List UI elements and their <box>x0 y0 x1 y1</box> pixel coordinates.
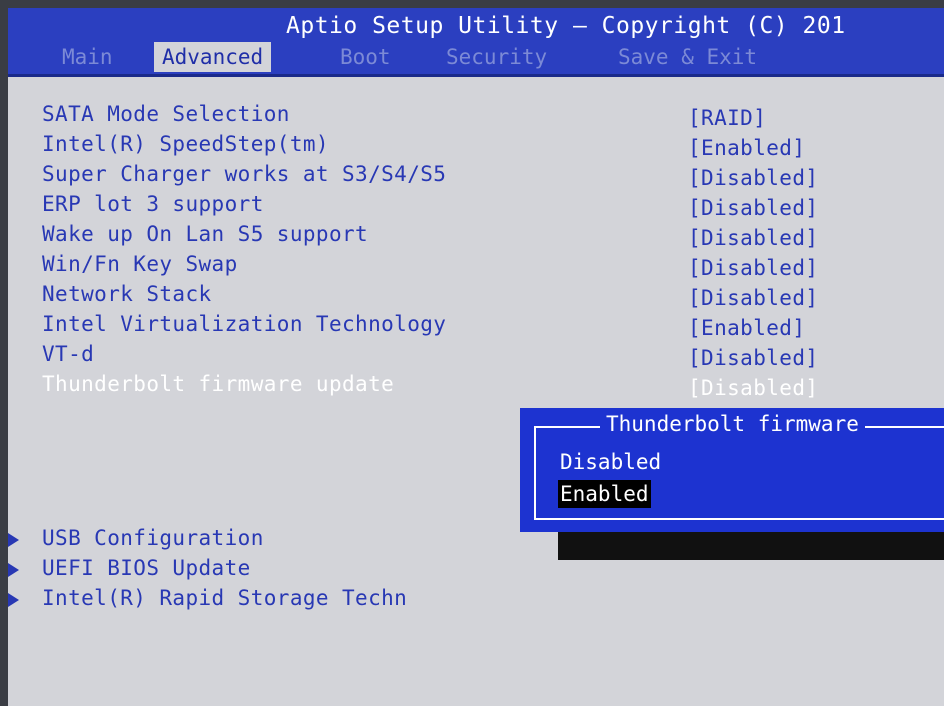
setting-value: [Enabled] <box>688 136 806 160</box>
triangle-right-icon <box>8 533 19 547</box>
app-title: Aptio Setup Utility – Copyright (C) 201 <box>286 13 846 39</box>
tab-advanced[interactable]: Advanced <box>154 42 272 72</box>
tab-security[interactable]: Security <box>438 42 555 72</box>
setting-value: [Disabled] <box>688 346 819 370</box>
setting-label: ERP lot 3 support <box>42 192 264 216</box>
setting-label: Intel Virtualization Technology <box>42 312 447 336</box>
setting-value: [Disabled] <box>688 226 819 250</box>
setting-value: [Disabled] <box>688 376 819 400</box>
submenu-rapid-storage[interactable]: Intel(R) Rapid Storage Techn <box>8 586 408 616</box>
triangle-right-icon <box>8 593 19 607</box>
setting-value: [Disabled] <box>688 166 819 190</box>
submenu-usb-configuration[interactable]: USB Configuration <box>8 526 264 556</box>
tab-save-exit[interactable]: Save & Exit <box>610 42 765 72</box>
submenu-uefi-bios-update[interactable]: UEFI BIOS Update <box>8 556 251 586</box>
header-divider <box>8 74 944 77</box>
setting-value: [Disabled] <box>688 196 819 220</box>
submenu-label: UEFI BIOS Update <box>42 556 251 580</box>
setting-value: [Enabled] <box>688 316 806 340</box>
setting-label: Intel(R) SpeedStep(tm) <box>42 132 329 156</box>
setting-label: SATA Mode Selection <box>42 102 290 126</box>
option-disabled[interactable]: Disabled <box>558 448 663 476</box>
option-enabled[interactable]: Enabled <box>558 480 651 508</box>
setting-label: Thunderbolt firmware update <box>42 372 395 396</box>
tab-boot[interactable]: Boot <box>332 42 399 72</box>
bios-screen: Aptio Setup Utility – Copyright (C) 201 … <box>8 8 944 706</box>
submenu-label: Intel(R) Rapid Storage Techn <box>42 586 408 610</box>
setting-label: Network Stack <box>42 282 212 306</box>
header-bar: Aptio Setup Utility – Copyright (C) 201 … <box>8 8 944 74</box>
option-popup: Thunderbolt firmware Disabled Enabled <box>520 408 944 532</box>
tab-main[interactable]: Main <box>54 42 121 72</box>
triangle-right-icon <box>8 563 19 577</box>
setting-label: Wake up On Lan S5 support <box>42 222 369 246</box>
submenu-label: USB Configuration <box>42 526 264 550</box>
setting-label: Super Charger works at S3/S4/S5 <box>42 162 447 186</box>
setting-value: [RAID] <box>688 106 767 130</box>
setting-value: [Disabled] <box>688 286 819 310</box>
setting-label: Win/Fn Key Swap <box>42 252 238 276</box>
popup-title: Thunderbolt firmware <box>600 412 865 436</box>
setting-label: VT-d <box>42 342 95 366</box>
setting-value: [Disabled] <box>688 256 819 280</box>
